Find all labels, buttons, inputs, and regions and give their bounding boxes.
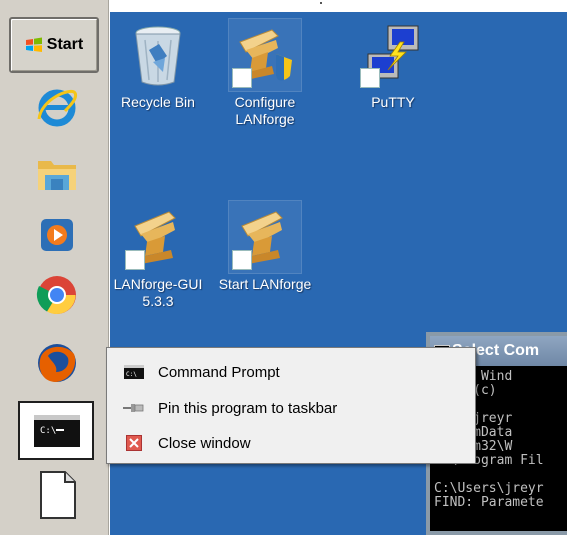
menu-item-close-window[interactable]: Close window <box>107 428 475 458</box>
menu-item-label: Command Prompt <box>158 363 280 381</box>
configure-lanforge-label: Configure LANforge <box>234 94 296 127</box>
pin-icon <box>123 400 145 416</box>
taskbar: Start C:\ <box>0 0 109 535</box>
command-prompt-icon: C:\ <box>34 415 80 447</box>
shortcut-arrow-icon <box>232 250 252 270</box>
taskbar-jump-list: C:\ Command Prompt Pin this program to t… <box>106 347 476 464</box>
shortcut-arrow-icon <box>232 68 252 88</box>
desktop-icon-start-lanforge[interactable]: Start LANforge <box>215 200 315 293</box>
command-prompt-icon: C:\ <box>123 364 145 380</box>
internet-explorer-icon[interactable] <box>28 82 86 132</box>
menu-item-label: Close window <box>158 434 251 452</box>
start-button[interactable]: Start <box>9 17 99 73</box>
windows-logo-icon <box>25 37 42 52</box>
media-player-icon[interactable] <box>28 210 86 260</box>
document-icon[interactable] <box>28 470 86 520</box>
close-icon <box>123 435 145 451</box>
desktop-icon-lanforge-gui[interactable]: LANforge-GUI 5.3.3 <box>108 204 208 310</box>
chrome-icon[interactable] <box>28 270 86 320</box>
start-label: Start <box>46 36 84 53</box>
desktop-icon-putty[interactable]: PuTTY <box>343 22 443 111</box>
shortcut-arrow-icon <box>360 68 380 88</box>
putty-label: PuTTY <box>371 94 415 110</box>
recycle-bin-label: Recycle Bin <box>121 94 195 110</box>
menu-item-label: Pin this program to taskbar <box>158 399 338 417</box>
desktop-icon-configure-lanforge[interactable]: Configure LANforge <box>215 18 315 128</box>
top-dot <box>320 2 322 4</box>
command-prompt-taskbar-button[interactable]: C:\ <box>18 401 94 460</box>
svg-text:C:\: C:\ <box>40 426 56 436</box>
shortcut-arrow-icon <box>125 250 145 270</box>
desktop-icon-recycle-bin[interactable]: Recycle Bin <box>108 22 208 111</box>
menu-item-pin-to-taskbar[interactable]: Pin this program to taskbar <box>107 393 475 423</box>
recycle-bin-icon <box>135 26 181 86</box>
svg-text:C:\: C:\ <box>126 371 137 378</box>
firefox-icon[interactable] <box>28 338 86 388</box>
start-lanforge-label: Start LANforge <box>218 276 312 292</box>
lanforge-gui-label: LANforge-GUI 5.3.3 <box>113 276 203 309</box>
menu-item-command-prompt[interactable]: C:\ Command Prompt <box>107 357 475 387</box>
file-explorer-icon[interactable] <box>28 148 86 198</box>
